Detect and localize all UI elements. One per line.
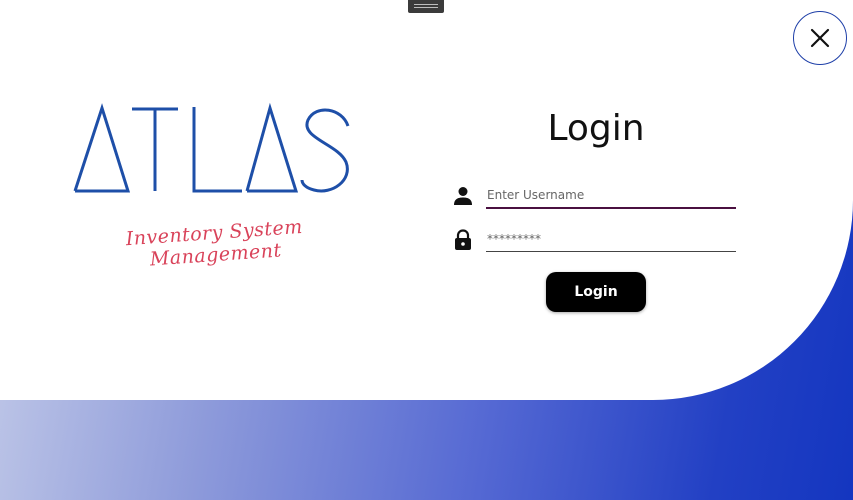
user-icon [454, 187, 472, 205]
username-field-row [452, 183, 737, 211]
logo-graphic [73, 102, 350, 193]
username-input[interactable] [486, 183, 737, 207]
close-button[interactable] [793, 11, 847, 65]
login-button[interactable]: Login [546, 272, 646, 312]
tagline: Inventory System Management [104, 214, 327, 273]
atlas-logo [70, 100, 355, 200]
password-underline [486, 251, 736, 252]
login-card: Inventory System Management Login Login [0, 0, 853, 400]
password-field-row [452, 227, 737, 255]
password-input[interactable] [486, 227, 737, 251]
close-icon [810, 28, 830, 48]
drag-handle-icon[interactable] [408, 0, 444, 13]
login-title: Login [547, 108, 645, 149]
lock-icon [455, 229, 471, 250]
username-underline [486, 207, 736, 209]
